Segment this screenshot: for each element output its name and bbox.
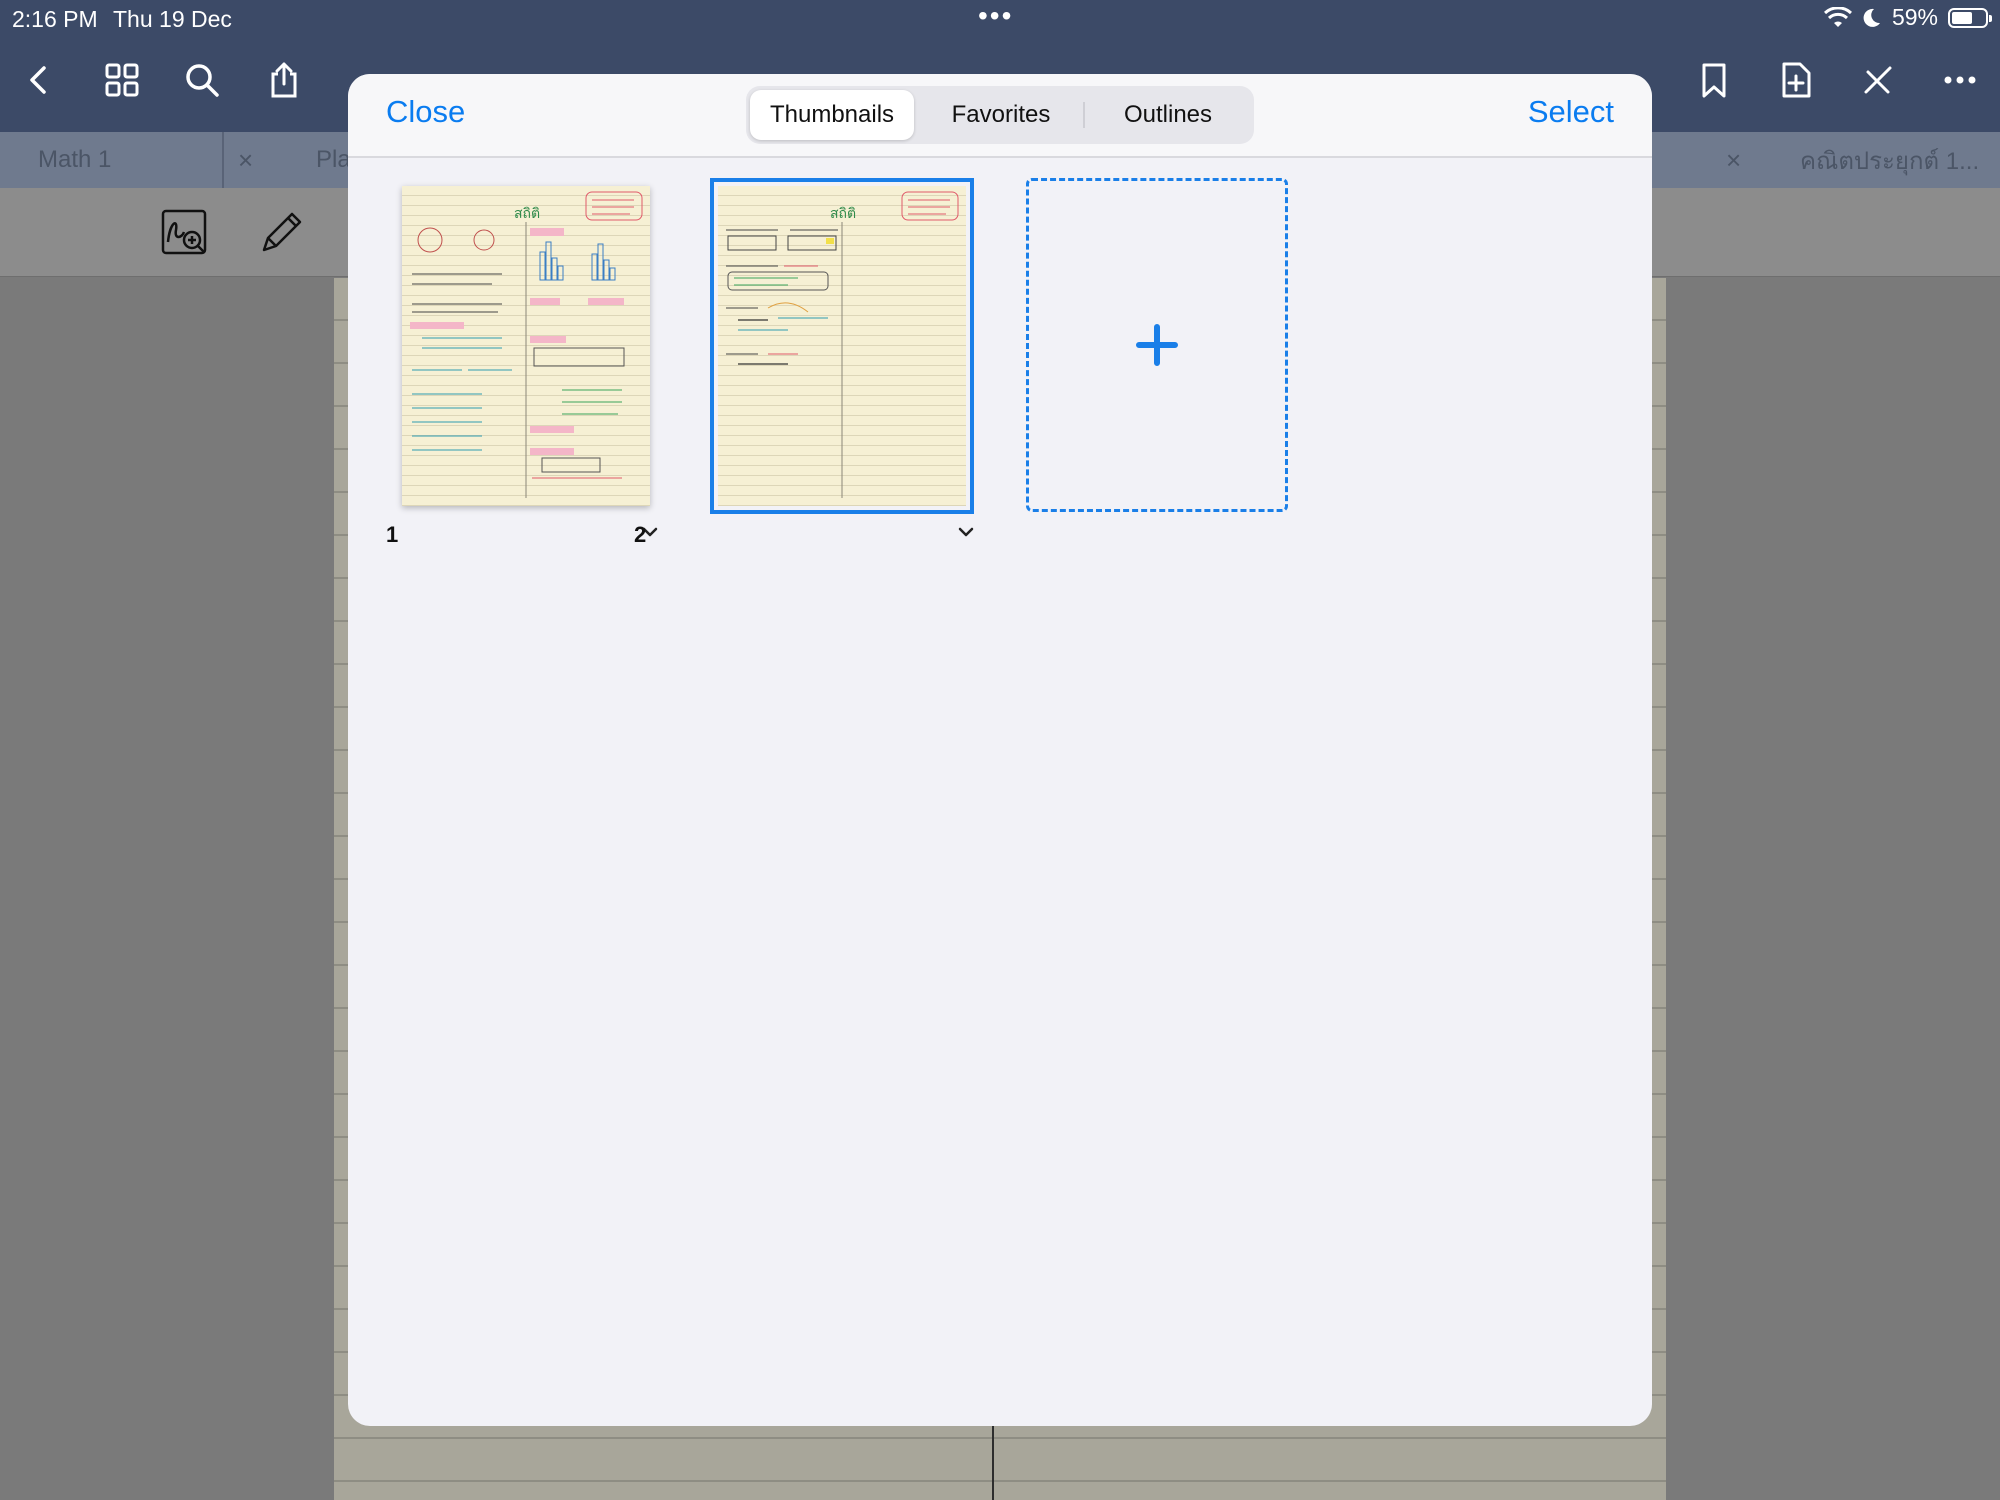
chevron-down-icon[interactable] [956, 522, 976, 542]
tab-close-icon[interactable]: × [1726, 132, 1756, 188]
tab-label: Math 1 [38, 146, 112, 173]
thumbnails-sheet: Close Thumbnails Favorites Outlines Sele… [348, 74, 1652, 1426]
more-icon[interactable] [1938, 58, 1982, 102]
grid-icon[interactable] [100, 58, 144, 102]
page-number-2: 2 [634, 522, 647, 547]
segment-divider [1083, 102, 1085, 128]
tab-divider [222, 132, 224, 188]
plus-icon [1136, 324, 1178, 366]
tab-close-icon[interactable]: × [238, 132, 268, 188]
lasso-search-icon[interactable] [160, 208, 208, 256]
view-segmented-control: Thumbnails Favorites Outlines [746, 86, 1254, 144]
segment-thumbnails[interactable]: Thumbnails [750, 90, 914, 140]
add-page-button[interactable] [1026, 178, 1288, 512]
svg-text:สถิติ: สถิติ [514, 206, 540, 222]
add-page-icon[interactable] [1774, 58, 1818, 102]
segment-outlines[interactable]: Outlines [1086, 90, 1250, 140]
moon-icon [1863, 8, 1880, 27]
page-thumbnail-1[interactable]: สถิติ [402, 186, 650, 506]
close-button[interactable]: Close [386, 94, 465, 130]
close-tools-icon[interactable] [1856, 58, 1900, 102]
page-2-notes-preview: สถิติ [726, 191, 959, 498]
page-1-notes-preview: สถิติ [410, 191, 643, 498]
tab-applied-math[interactable]: คณิตประยุกต์ 1... [1800, 132, 2000, 188]
share-icon[interactable] [262, 58, 306, 102]
select-button[interactable]: Select [1528, 94, 1614, 130]
status-date: Thu 19 Dec [113, 6, 232, 32]
tab-label: Pla [316, 146, 351, 173]
multitasking-dots-icon[interactable]: ••• [978, 0, 1013, 32]
page-number-1: 1 [386, 522, 399, 547]
page-thumbnail-2[interactable]: สถิติ [710, 178, 974, 514]
battery-icon [1948, 7, 1992, 28]
sheet-header: Close Thumbnails Favorites Outlines Sele… [348, 74, 1652, 158]
bookmark-icon[interactable] [1692, 58, 1736, 102]
status-time: 2:16 PM [12, 6, 98, 32]
status-bar: 2:16 PM Thu 19 Dec ••• 59% [0, 0, 2000, 38]
search-icon[interactable] [180, 58, 224, 102]
segment-favorites[interactable]: Favorites [918, 90, 1084, 140]
status-right: 59% [1823, 4, 1992, 31]
tab-label: คณิตประยุกต์ 1... [1800, 147, 1980, 175]
tab-math-1[interactable]: Math 1 [0, 132, 222, 188]
svg-text:สถิติ: สถิติ [830, 206, 856, 222]
wifi-icon [1823, 6, 1852, 27]
pencil-icon[interactable] [256, 208, 304, 256]
back-icon[interactable] [18, 58, 62, 102]
battery-percent: 59% [1891, 4, 1938, 30]
